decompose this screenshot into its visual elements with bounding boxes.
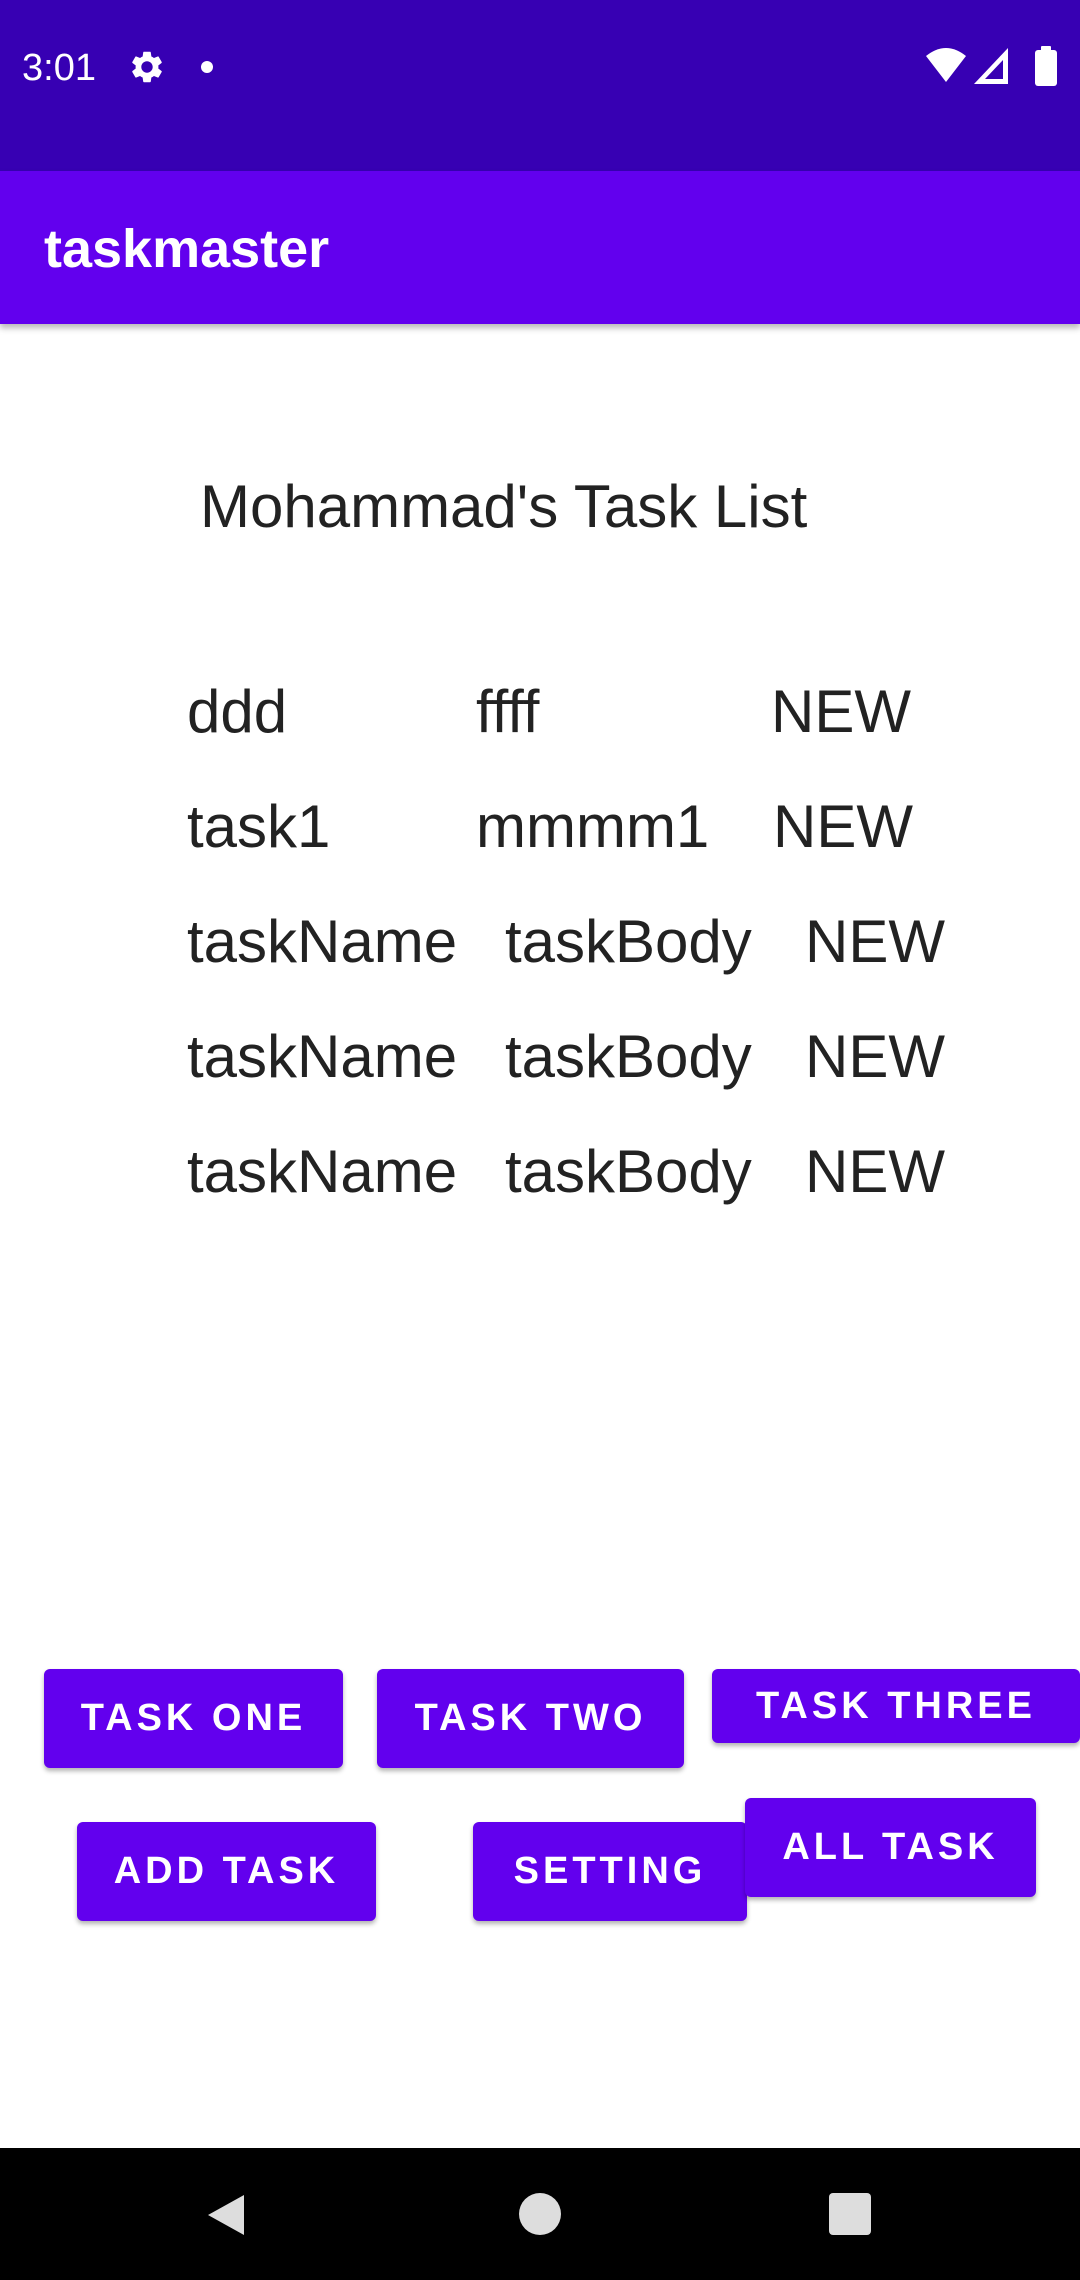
task-three-button[interactable]: TASK THREE	[712, 1669, 1080, 1743]
task-row[interactable]: task1 mmmm1 NEW	[0, 787, 1080, 867]
task-row[interactable]: ddd ffff NEW	[0, 672, 1080, 752]
status-bar: 3:01	[0, 0, 1080, 171]
task-title: task1	[187, 793, 331, 860]
task-row[interactable]: taskName taskBody NEW	[0, 1132, 1080, 1212]
wifi-icon	[926, 48, 966, 82]
cellular-signal-icon	[974, 48, 1008, 84]
task-row[interactable]: taskName taskBody NEW	[0, 1017, 1080, 1097]
setting-button[interactable]: SETTING	[473, 1822, 747, 1921]
task-body: ffff	[476, 678, 540, 745]
task-state: NEW	[773, 793, 913, 860]
task-state: NEW	[805, 1138, 945, 1205]
task-row[interactable]: taskName taskBody NEW	[0, 902, 1080, 982]
home-icon[interactable]	[519, 2193, 561, 2235]
battery-icon	[1035, 46, 1057, 86]
app-title: taskmaster	[44, 219, 330, 279]
status-time: 3:01	[22, 47, 96, 89]
notification-dot-icon	[201, 61, 213, 73]
task-body: mmmm1	[476, 793, 710, 860]
status-icons	[924, 46, 1060, 86]
task-title: ddd	[187, 678, 288, 745]
recents-icon[interactable]	[829, 2193, 871, 2235]
task-one-button[interactable]: TASK ONE	[44, 1669, 343, 1768]
navigation-bar	[0, 2148, 1080, 2280]
task-body: taskBody	[505, 1138, 752, 1205]
task-state: NEW	[805, 908, 945, 975]
task-state: NEW	[805, 1023, 945, 1090]
all-task-button[interactable]: ALL TASK	[745, 1798, 1036, 1897]
task-two-button[interactable]: TASK TWO	[377, 1669, 684, 1768]
task-body: taskBody	[505, 908, 752, 975]
task-title: taskName	[187, 908, 458, 975]
task-state: NEW	[771, 678, 911, 745]
app-bar: taskmaster	[0, 171, 1080, 324]
task-body: taskBody	[505, 1023, 752, 1090]
page-title: Mohammad's Task List	[200, 473, 808, 540]
task-title: taskName	[187, 1138, 458, 1205]
add-task-button[interactable]: ADD TASK	[77, 1822, 376, 1921]
task-title: taskName	[187, 1023, 458, 1090]
settings-gear-icon	[132, 51, 162, 83]
back-icon[interactable]	[204, 2191, 248, 2239]
